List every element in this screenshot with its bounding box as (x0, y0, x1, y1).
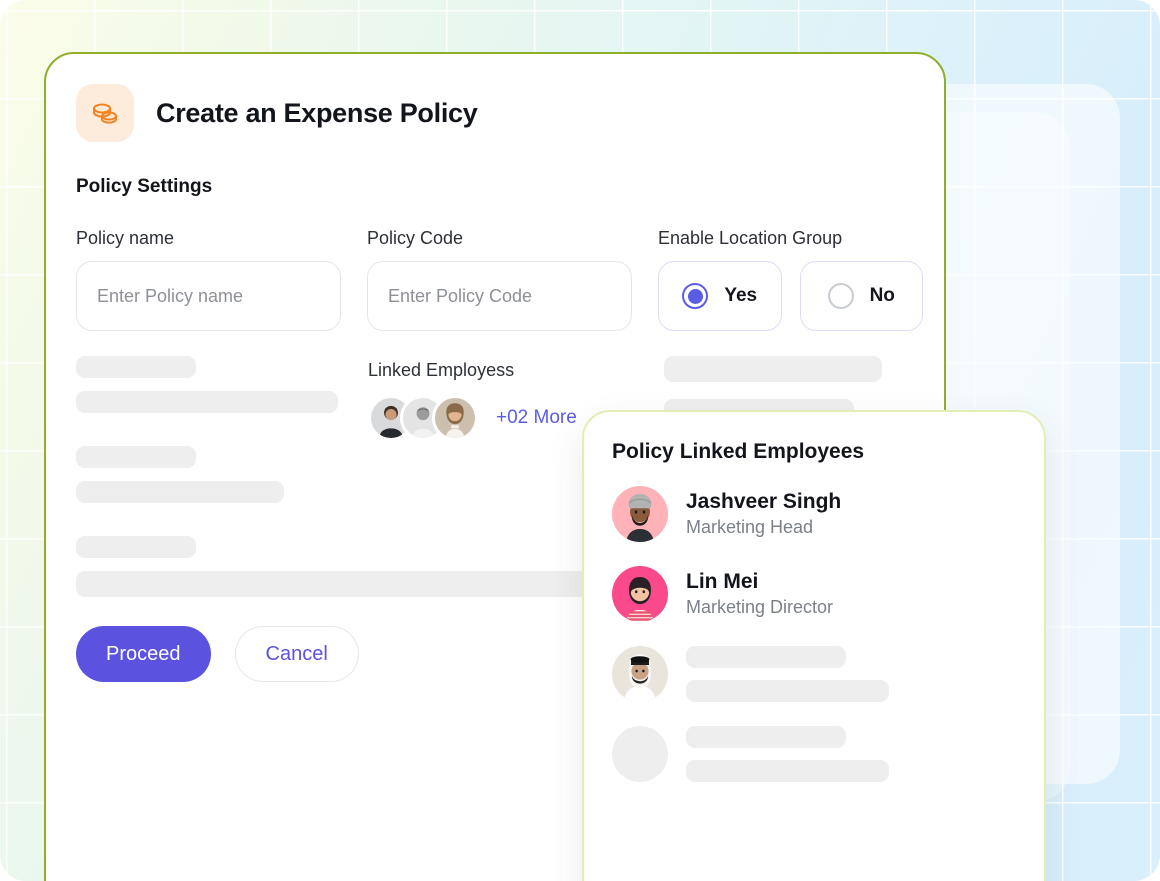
location-group-option-yes-label: Yes (724, 285, 758, 306)
linked-employees-avatar-row: +02 More (368, 395, 577, 441)
page-title: Create an Expense Policy (156, 97, 478, 128)
location-group-option-yes[interactable]: Yes (658, 261, 782, 331)
avatar (432, 395, 478, 441)
skeleton-bar (76, 481, 284, 503)
skeleton-bar (686, 646, 846, 668)
radio-selected-icon (682, 283, 709, 309)
employee-info: Jashveer Singh Marketing Head (686, 489, 841, 540)
policy-code-input[interactable] (367, 261, 632, 331)
linked-employees-label: Linked Employess (368, 360, 515, 380)
skeleton-bar (76, 391, 338, 413)
employee-info: Lin Mei Marketing Director (686, 569, 833, 620)
avatar (612, 486, 668, 542)
employee-role: Marketing Director (686, 596, 834, 617)
screenshot-stage: Create an Expense Policy Policy Settings… (0, 0, 1160, 881)
skeleton-bar (76, 356, 196, 378)
radio-unselected-icon (827, 283, 854, 309)
proceed-button[interactable]: Proceed (76, 626, 211, 682)
skeleton-bar (686, 726, 846, 748)
location-group-option-no-label: No (869, 285, 895, 306)
section-title: Policy Settings (76, 176, 213, 197)
linked-employees-list: Jashveer Singh Marketing Head Lin Mei Ma… (584, 486, 1044, 782)
more-employees-link[interactable]: +02 More (496, 407, 577, 429)
employee-name: Jashveer Singh (686, 489, 842, 513)
skeleton-bar (686, 680, 889, 702)
cancel-button[interactable]: Cancel (234, 626, 359, 682)
list-item[interactable]: Lin Mei Marketing Director (584, 566, 1044, 622)
skeleton-bar (664, 356, 882, 382)
skeleton-bar (76, 446, 196, 468)
policy-name-input[interactable] (76, 261, 341, 331)
list-item (584, 646, 1044, 702)
skeleton-group (76, 446, 616, 503)
avatar (612, 646, 668, 702)
skeleton-bar (76, 571, 616, 597)
employee-info-skeleton (686, 726, 1016, 782)
popup-title: Policy Linked Employees (612, 440, 865, 463)
policy-code-label: Policy Code (367, 228, 464, 248)
list-item[interactable]: Jashveer Singh Marketing Head (584, 486, 1044, 542)
policy-name-label: Policy name (76, 228, 175, 248)
location-group-label: Enable Location Group (658, 228, 843, 248)
coins-stack-icon (76, 84, 134, 142)
avatar (612, 566, 668, 622)
card-header: Create an Expense Policy (46, 54, 944, 142)
skeleton-bar (76, 536, 196, 558)
policy-name-field-group: Policy name (76, 228, 341, 331)
skeleton-group (76, 536, 616, 597)
location-group-radio-group: Yes No (658, 261, 923, 331)
location-group-option-no[interactable]: No (799, 261, 923, 331)
employee-name: Lin Mei (686, 569, 759, 593)
form-actions: Proceed Cancel (76, 626, 359, 682)
linked-employees-block: Linked Employess +02 More (368, 360, 577, 441)
employee-info-skeleton (686, 646, 1016, 702)
policy-linked-employees-popup: Policy Linked Employees Jashveer Singh M… (582, 410, 1046, 881)
employee-role: Marketing Head (686, 516, 814, 537)
avatar-stack (368, 395, 478, 441)
avatar-placeholder (612, 726, 668, 782)
skeleton-bar (686, 760, 889, 782)
location-group-field-group: Enable Location Group Yes No (658, 228, 923, 331)
policy-settings-form: Policy name Policy Code Enable Location … (76, 228, 944, 331)
list-item (584, 726, 1044, 782)
policy-code-field-group: Policy Code (367, 228, 632, 331)
